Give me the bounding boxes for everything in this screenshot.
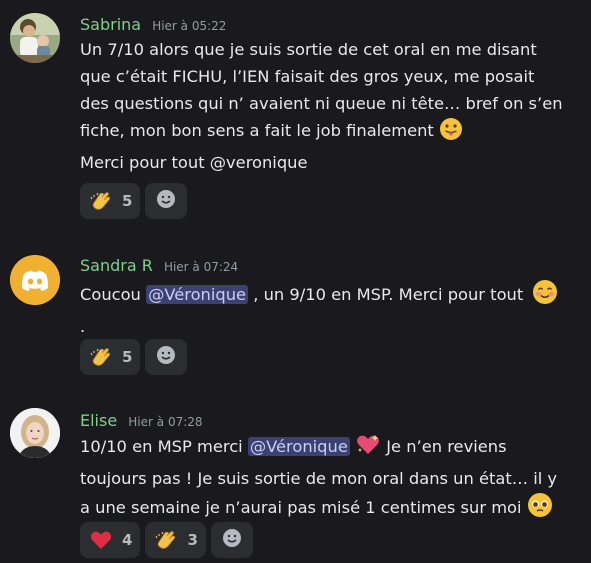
username[interactable]: Sandra R [80,256,153,275]
clap-emoji-icon [88,188,114,214]
reaction-clap[interactable]: 5 [80,183,141,219]
reaction-clap[interactable]: 5 [80,339,141,375]
reaction-clap[interactable]: 3 [145,522,206,558]
message-line: 10/10 en MSP merci @Véronique Je n’en re… [80,433,575,465]
clap-emoji-icon [153,527,179,553]
heart-emoji-icon [88,527,114,553]
message-line: que c’était FICHU, l’IEN faisait des gro… [80,67,535,86]
pleading-face-emoji [527,492,553,526]
message-text: 10/10 en MSP merci [80,437,248,456]
message-line: Coucou @Véronique , un 9/10 en MSP. Merc… [80,279,575,313]
message-line: des questions qui n’ avaient ni queue ni… [80,94,563,113]
message-line-with-emoji: fiche, mon bon sens a fait le job finale… [80,117,575,149]
timestamp: Hier à 05:22 [152,19,227,33]
message-content: Un 7/10 alors que je suis sortie de cet … [80,36,575,176]
reaction-count: 4 [122,531,133,549]
message-line: Un 7/10 alors que je suis sortie de cet … [80,40,537,59]
chat-log: Sabrina Hier à 05:22 Un 7/10 alors que j… [0,0,591,563]
reaction-count: 5 [122,192,133,210]
add-reaction-button[interactable] [210,522,253,558]
sparkling-heart-emoji [355,433,381,465]
user-mention[interactable]: @Véronique [146,285,249,304]
avatar[interactable] [10,408,60,458]
add-reaction-button[interactable] [145,183,188,219]
smiley-icon [221,527,243,553]
message-content: Coucou @Véronique , un 9/10 en MSP. Merc… [80,279,575,340]
message-text: Je n’en reviens [386,437,507,456]
timestamp: Hier à 07:28 [128,415,203,429]
message-text: Coucou [80,285,147,304]
username[interactable]: Sabrina [80,15,141,34]
reaction-count: 3 [187,531,198,549]
message-content: 10/10 en MSP merci @Véronique Je n’en re… [80,433,575,526]
clap-emoji-icon [88,344,114,370]
message-header: Sabrina Hier à 05:22 [80,15,226,34]
message-line-with-emoji: a une semaine je n’aurai pas misé 1 cent… [80,492,575,526]
message-header: Elise Hier à 07:28 [80,411,203,430]
reactions-bar: 5 [80,183,188,219]
reactions-bar: 4 3 [80,522,253,558]
message-line: Merci pour tout @veronique [80,153,308,172]
timestamp: Hier à 07:24 [163,260,239,274]
avatar[interactable] [10,13,60,63]
user-mention[interactable]: @Véronique [247,437,350,456]
smiley-icon [155,188,177,214]
message-line: toujours pas ! Je suis sortie de mon ora… [80,469,558,488]
message-line: . [80,317,86,336]
message-text: , un 9/10 en MSP. Merci pour tout [248,285,524,304]
reaction-heart[interactable]: 4 [80,522,141,558]
reactions-bar: 5 [80,339,188,375]
smiley-icon [155,344,177,370]
add-reaction-button[interactable] [145,339,188,375]
discord-logo-icon [10,255,60,305]
message-header: Sandra R Hier à 07:24 [80,256,238,275]
reaction-count: 5 [122,348,133,366]
avatar[interactable] [10,255,60,305]
username[interactable]: Elise [80,411,117,430]
blushing-smile-emoji [532,279,558,313]
message-line: a une semaine je n’aurai pas misé 1 cent… [80,498,522,517]
message-line: fiche, mon bon sens a fait le job finale… [80,121,434,140]
tongue-out-emoji [439,117,463,149]
